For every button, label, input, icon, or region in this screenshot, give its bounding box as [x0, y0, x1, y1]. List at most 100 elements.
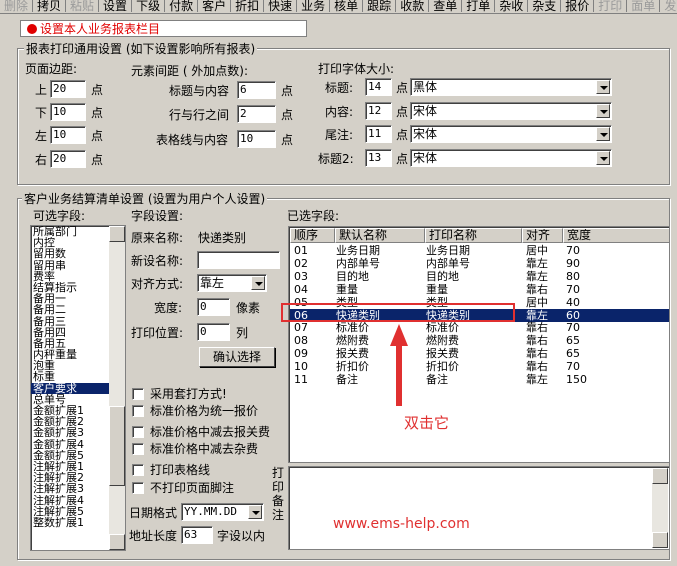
align-select[interactable]: 靠左 — [197, 274, 267, 292]
date-format-select[interactable]: YY.MM.DD — [181, 503, 264, 521]
scroll-up-button[interactable] — [652, 468, 668, 484]
spacing-input[interactable]: 10 — [237, 130, 276, 148]
memo-textarea[interactable] — [288, 466, 670, 550]
table-cell: 备注 — [426, 373, 448, 386]
font-family-select[interactable]: 黑体 — [410, 78, 612, 96]
watermark: www.ems-help.com — [333, 516, 470, 532]
toolbar-button[interactable]: 快速 — [264, 0, 298, 12]
scroll-down-button[interactable] — [652, 532, 668, 548]
table-row[interactable]: 01 业务日期 业务日期 居中 70 — [290, 244, 669, 257]
font-size-input[interactable]: 12 — [365, 102, 392, 120]
available-fields-scrollbar[interactable] — [109, 226, 125, 550]
chevron-down-icon[interactable] — [596, 127, 610, 141]
font-size-label: 内容: — [325, 105, 354, 119]
margin-input[interactable]: 20 — [50, 150, 86, 168]
toolbar-button[interactable]: 报价 — [561, 0, 595, 12]
chevron-down-icon[interactable] — [596, 80, 610, 94]
toolbar-button[interactable]: 下级 — [132, 0, 166, 12]
margin-input[interactable]: 10 — [50, 126, 86, 144]
table-row[interactable]: 10 折扣价 折扣价 靠右 70 — [290, 360, 669, 374]
option-checkbox[interactable] — [132, 482, 144, 494]
toolbar-button[interactable]: 拷贝 — [33, 0, 67, 12]
column-header[interactable]: 打印名称 — [425, 228, 522, 243]
table-cell: 目的地 — [426, 269, 459, 283]
table-cell: 内部单号 — [336, 256, 380, 270]
toolbar-button[interactable]: 发票 — [660, 0, 677, 12]
chevron-down-icon[interactable] — [248, 505, 262, 519]
table-cell: 靠右 — [526, 347, 548, 361]
font-family-select[interactable]: 宋体 — [410, 102, 612, 120]
toolbar-button[interactable]: 粘贴 — [66, 0, 100, 12]
toolbar-button[interactable]: 核单 — [330, 0, 364, 12]
toolbar-button[interactable]: 业务 — [297, 0, 331, 12]
scroll-up-button[interactable] — [109, 226, 125, 242]
toolbar-button[interactable]: 杂收 — [495, 0, 529, 12]
spacing-input[interactable]: 6 — [237, 81, 276, 99]
column-header[interactable]: 顺序 — [290, 228, 335, 243]
table-cell: 折扣价 — [336, 360, 369, 374]
option-checkbox[interactable] — [132, 388, 144, 400]
toolbar-button[interactable]: 收款 — [396, 0, 430, 12]
option-checkbox[interactable] — [132, 405, 144, 417]
chevron-down-icon[interactable] — [596, 104, 610, 118]
font-size-input[interactable]: 11 — [365, 125, 392, 143]
font-size-input[interactable]: 13 — [365, 149, 392, 167]
toolbar-button[interactable]: 设置 — [99, 0, 133, 12]
table-cell: 靠左 — [526, 269, 548, 283]
toolbar-button[interactable]: 折扣 — [231, 0, 265, 12]
confirm-button[interactable]: 确认选择 — [199, 347, 275, 367]
new-name-input[interactable] — [197, 251, 280, 269]
memo-label-text: 打印备注 — [272, 466, 285, 522]
width-input[interactable]: 0 — [197, 298, 230, 316]
toolbar-button[interactable]: 打单 — [462, 0, 496, 12]
column-header[interactable]: 宽度 — [563, 228, 669, 243]
font-family-select[interactable]: 宋体 — [410, 125, 612, 143]
table-row[interactable]: 08 燃附费 燃附费 靠右 65 — [290, 334, 669, 347]
font-size-unit: 点 — [396, 152, 409, 166]
table-row[interactable]: 11 备注 备注 靠左 150 — [290, 373, 669, 386]
pos-input[interactable]: 0 — [197, 323, 230, 341]
scroll-down-button[interactable] — [109, 534, 125, 550]
option-checkbox[interactable] — [132, 464, 144, 476]
table-row[interactable]: 02 内部单号 内部单号 靠左 90 — [290, 256, 669, 270]
scroll-thumb[interactable] — [109, 406, 125, 486]
table-header: 顺序 默认名称 打印名称 对齐 宽度 — [290, 228, 669, 243]
toolbar-button[interactable]: 杂支 — [528, 0, 562, 12]
date-format-value: YY.MM.DD — [184, 505, 237, 518]
available-fields-label: 可选字段: — [33, 209, 86, 223]
table-cell: 备注 — [336, 373, 358, 386]
font-size-unit: 点 — [396, 105, 409, 119]
table-cell: 居中 — [526, 295, 548, 309]
spacing-input[interactable]: 2 — [237, 105, 276, 123]
selected-fields-table[interactable]: 顺序 默认名称 打印名称 对齐 宽度 01 业务日期 业务日期 居中 70 02 内部单号 内部单号靠… — [288, 226, 670, 463]
toolbar-button[interactable]: 面单 — [627, 0, 661, 12]
column-header[interactable]: 默认名称 — [335, 228, 425, 243]
chevron-down-icon[interactable] — [251, 276, 265, 290]
toolbar-button[interactable]: 打印 — [594, 0, 628, 12]
spacing-unit: 点 — [281, 108, 294, 122]
toolbar-button[interactable]: 付款 — [165, 0, 199, 12]
report-title: 设置本人业务报表栏目 — [40, 22, 161, 36]
margin-input[interactable]: 20 — [50, 80, 86, 98]
font-family-select[interactable]: 宋体 — [410, 149, 612, 167]
margin-input[interactable]: 10 — [50, 103, 86, 121]
option-label: 标准价格中减去杂费 — [150, 442, 259, 456]
column-header[interactable]: 对齐 — [522, 228, 563, 243]
chevron-down-icon[interactable] — [596, 151, 610, 165]
table-row[interactable]: 03 目的地 目的地 靠左 80 — [290, 269, 669, 283]
option-checkbox[interactable] — [132, 426, 144, 438]
font-size-input[interactable]: 14 — [365, 78, 392, 96]
memo-scrollbar[interactable] — [652, 468, 668, 548]
table-row[interactable]: 04 重量 重量 靠右 70 — [290, 283, 669, 296]
date-format-label: 日期格式 — [129, 506, 178, 520]
table-cell: 标准价 — [336, 321, 369, 335]
toolbar-button[interactable]: 客户 — [198, 0, 232, 12]
table-row[interactable]: 07 标准价 标准价 靠右 70 — [290, 321, 669, 335]
option-checkbox[interactable] — [132, 443, 144, 455]
addr-len-input[interactable]: 63 — [181, 526, 213, 544]
toolbar-button[interactable]: 查单 — [429, 0, 463, 12]
toolbar-button[interactable]: 删除 — [0, 0, 34, 12]
toolbar-button[interactable]: 跟踪 — [363, 0, 397, 12]
table-row[interactable]: 09 报关费 报关费 靠右 65 — [290, 347, 669, 361]
table-cell: 80 — [566, 269, 580, 283]
